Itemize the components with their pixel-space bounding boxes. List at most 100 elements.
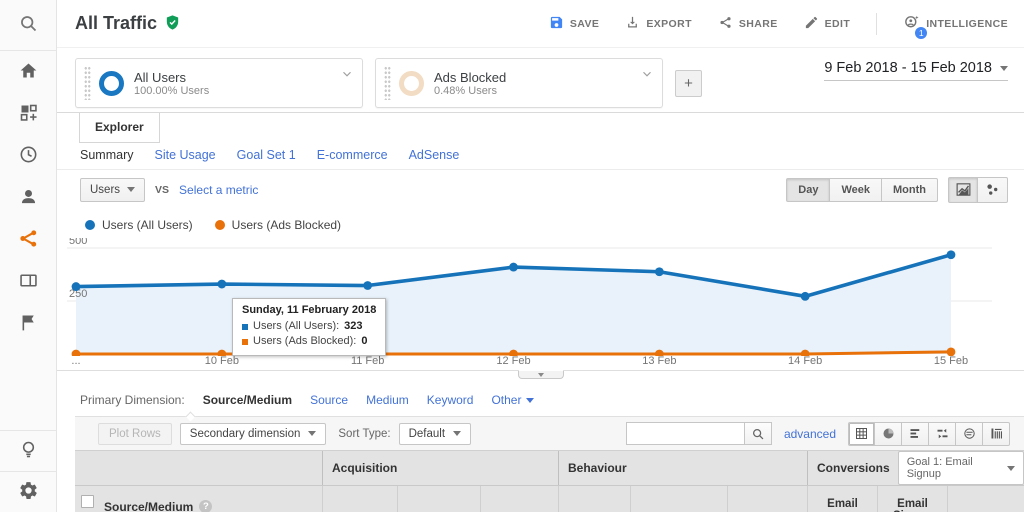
- sidebar-item-discover[interactable]: [0, 431, 57, 471]
- goal-selector-dropdown[interactable]: Goal 1: Email Signup: [897, 451, 1024, 485]
- sidebar-item-behaviour[interactable]: [0, 261, 57, 303]
- pivot-icon: [991, 428, 1002, 439]
- column-behaviour-3[interactable]: [727, 486, 807, 512]
- conversions-flag-icon: [18, 312, 39, 336]
- vs-label: VS: [155, 183, 170, 196]
- subtab-summary[interactable]: Summary: [80, 148, 133, 162]
- sidebar-item-home[interactable]: [0, 51, 57, 93]
- intelligence-button[interactable]: 1 INTELLIGENCE: [903, 14, 1008, 39]
- group-acquisition-label: Acquisition: [332, 461, 398, 475]
- search-input[interactable]: [625, 422, 744, 445]
- line-chart-view-button[interactable]: [948, 176, 978, 203]
- segment-subtitle: 100.00% Users: [134, 84, 210, 97]
- column-conversions-3[interactable]: [947, 486, 1024, 512]
- date-range-selector[interactable]: 9 Feb 2018 - 15 Feb 2018: [824, 60, 1008, 81]
- select-all-cell: [75, 486, 100, 512]
- plot-rows-button[interactable]: Plot Rows: [98, 422, 172, 445]
- group-conversions: Conversions Goal 1: Email Signup: [807, 451, 1024, 485]
- chart-canvas[interactable]: 250500: [67, 235, 992, 359]
- table-column-header-row: Source/Medium ? Email Email Signup: [75, 486, 1024, 512]
- legend-item[interactable]: Users (All Users): [85, 218, 193, 232]
- search-button[interactable]: [743, 422, 772, 445]
- group-conversions-label: Conversions: [817, 461, 890, 475]
- subtab-ecommerce[interactable]: E-commerce: [317, 148, 388, 162]
- legend-item[interactable]: Users (Ads Blocked): [214, 218, 341, 232]
- column-acquisition-2[interactable]: [397, 486, 480, 512]
- share-button[interactable]: SHARE: [718, 15, 778, 33]
- column-source-medium[interactable]: Source/Medium ?: [100, 486, 322, 512]
- share-label: SHARE: [738, 17, 778, 30]
- line-chart-icon: [956, 183, 970, 196]
- sidebar-item-search[interactable]: [0, 0, 57, 50]
- dimension-source[interactable]: Source: [310, 393, 348, 407]
- column-behaviour-1[interactable]: [558, 486, 630, 512]
- sidebar-item-customization[interactable]: [0, 93, 57, 135]
- tooltip-value: 0: [361, 335, 368, 347]
- share-icon: [718, 15, 733, 33]
- tab-explorer[interactable]: Explorer: [79, 113, 160, 143]
- edit-button[interactable]: EDIT: [804, 15, 851, 33]
- motion-chart-view-button[interactable]: [978, 176, 1008, 203]
- subtab-goal-set-1[interactable]: Goal Set 1: [237, 148, 296, 162]
- select-metric-link[interactable]: Select a metric: [179, 183, 258, 197]
- dimension-medium[interactable]: Medium: [366, 393, 409, 407]
- pivot-view-button[interactable]: [983, 421, 1010, 446]
- caret-down-icon: [1007, 465, 1015, 471]
- advanced-search-link[interactable]: advanced: [784, 427, 836, 441]
- granularity-week-button[interactable]: Week: [830, 177, 883, 202]
- toolbar-right: advanced: [625, 421, 1010, 446]
- sidebar-item-conversions[interactable]: [0, 303, 57, 345]
- segment-chip-ads-blocked[interactable]: Ads Blocked 0.48% Users: [375, 58, 663, 108]
- timeseries-chart[interactable]: 250 500 ... 10 Feb 11 Feb 12 Feb 13 Feb 14 Feb…: [67, 235, 992, 370]
- column-acquisition-1[interactable]: [322, 486, 397, 512]
- help-icon[interactable]: ?: [199, 500, 213, 512]
- chevron-down-icon[interactable]: [340, 67, 354, 84]
- add-segment-button[interactable]: +: [675, 70, 702, 97]
- subtab-adsense[interactable]: AdSense: [409, 148, 460, 162]
- performance-view-button[interactable]: [902, 421, 929, 446]
- segment-chip-all-users[interactable]: All Users 100.00% Users: [75, 58, 363, 108]
- term-cloud-view-button[interactable]: [956, 421, 983, 446]
- segment-donut-icon: [399, 70, 424, 96]
- edit-pencil-icon: [804, 15, 819, 33]
- drag-handle[interactable]: [384, 66, 391, 100]
- dimension-other[interactable]: Other: [491, 393, 535, 407]
- caret-down-icon: [1000, 65, 1008, 71]
- granularity-day-button[interactable]: Day: [786, 177, 831, 202]
- percentage-view-button[interactable]: [875, 421, 902, 446]
- granularity-group: Day Week Month: [786, 177, 938, 202]
- column-behaviour-2[interactable]: [630, 486, 727, 512]
- comparison-icon: [937, 428, 947, 439]
- export-button[interactable]: EXPORT: [625, 15, 692, 33]
- select-all-checkbox[interactable]: [81, 495, 94, 508]
- data-table-icon: [856, 428, 867, 439]
- column-conversions-email[interactable]: Email: [807, 486, 877, 512]
- sidebar-item-admin[interactable]: [0, 472, 57, 512]
- drag-handle[interactable]: [84, 66, 91, 100]
- acquisition-icon: [18, 228, 39, 252]
- column-conversions-email-signup[interactable]: Email Signup: [877, 486, 947, 512]
- x-axis-labels: ... 10 Feb 11 Feb 12 Feb 13 Feb 14 Feb 15 Feb: [67, 355, 992, 370]
- chevron-down-icon: [537, 372, 544, 377]
- data-table-view-button[interactable]: [848, 421, 875, 446]
- granularity-month-button[interactable]: Month: [882, 177, 938, 202]
- sidebar-item-acquisition[interactable]: [0, 219, 57, 261]
- subtab-site-usage[interactable]: Site Usage: [154, 148, 215, 162]
- secondary-dimension-dropdown[interactable]: Secondary dimension: [179, 422, 327, 445]
- chevron-down-icon[interactable]: [640, 67, 654, 84]
- sidebar-item-audience[interactable]: [0, 177, 57, 219]
- sidebar-item-realtime[interactable]: [0, 135, 57, 177]
- metric-dropdown[interactable]: Users: [80, 177, 146, 202]
- dimension-source-medium[interactable]: Source/Medium: [203, 393, 292, 407]
- admin-gear-icon: [18, 480, 39, 504]
- comparison-view-button[interactable]: [929, 421, 956, 446]
- dimension-keyword[interactable]: Keyword: [427, 393, 474, 407]
- column-acquisition-3[interactable]: [480, 486, 558, 512]
- primary-dimension-label: Primary Dimension:: [80, 393, 185, 407]
- term-cloud-icon: [963, 428, 975, 439]
- sort-type-dropdown[interactable]: Default: [398, 422, 472, 445]
- home-icon: [18, 60, 39, 84]
- chart-collapse-tab[interactable]: [517, 370, 564, 379]
- save-button[interactable]: SAVE: [549, 15, 599, 33]
- report-header: All Traffic SAVE EXPORT SHARE EDIT 1 INT…: [57, 0, 1024, 48]
